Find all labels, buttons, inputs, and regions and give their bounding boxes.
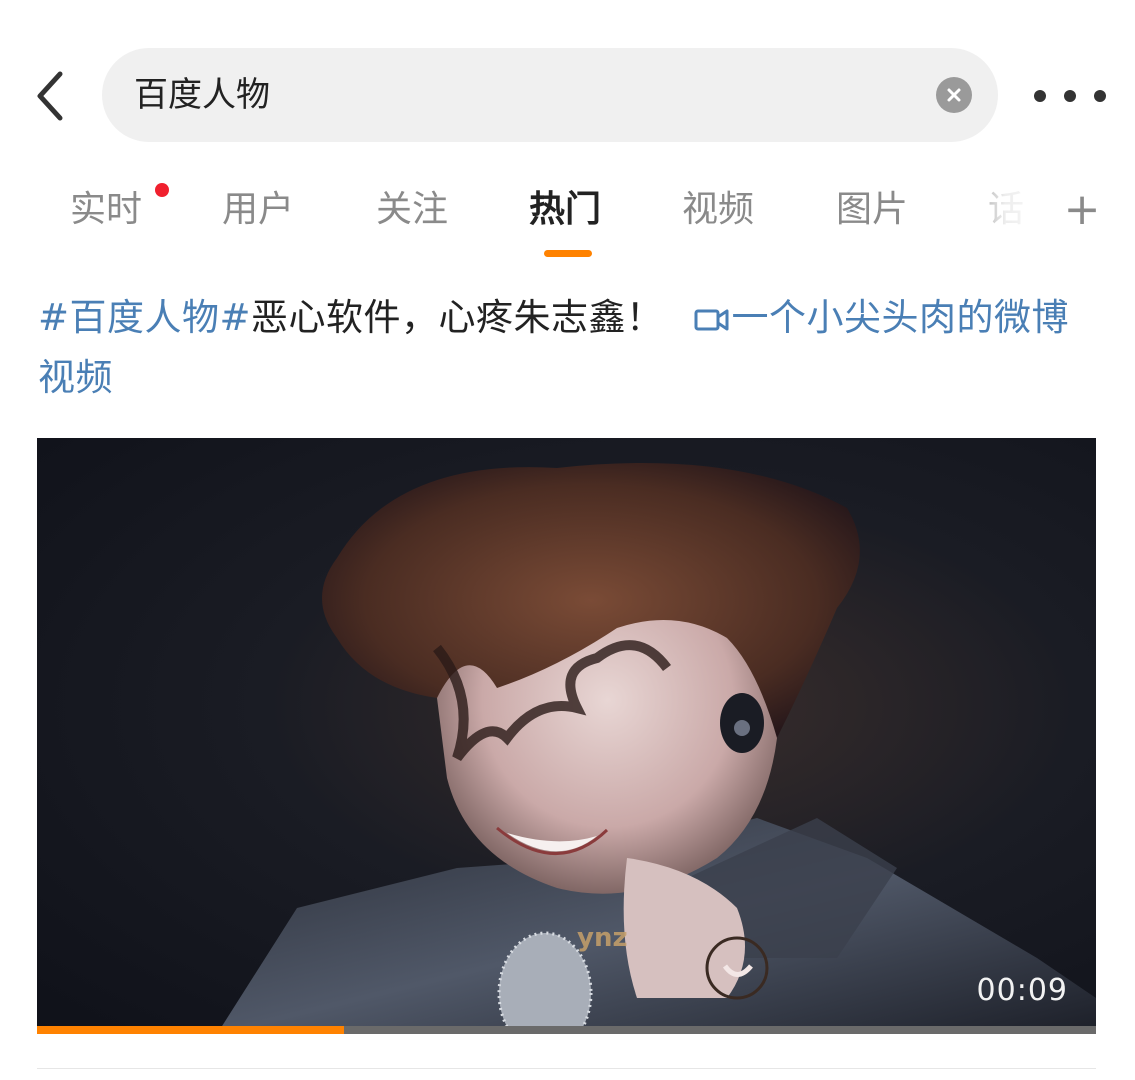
more-options-button[interactable] <box>1034 70 1106 122</box>
video-progress-fill <box>37 1026 345 1034</box>
more-horizontal-icon-dot <box>1064 90 1076 102</box>
post-text: #百度人物#恶心软件，心疼朱志鑫！ 一个小尖头肉的微博视频 <box>38 288 1098 408</box>
tab-following[interactable]: 关注 <box>376 184 448 236</box>
divider <box>37 1068 1096 1069</box>
tab-realtime[interactable]: 实时 <box>70 184 142 236</box>
tab-video[interactable]: 视频 <box>682 184 754 236</box>
close-icon <box>947 88 961 102</box>
tab-hot[interactable]: 热门 <box>529 184 601 236</box>
tab-fade-overlay <box>965 170 1065 250</box>
search-query-text: 百度人物 <box>134 75 270 115</box>
post-body: 恶心软件，心疼朱志鑫！ <box>251 296 664 339</box>
more-horizontal-icon-dot <box>1094 90 1106 102</box>
notification-dot <box>155 183 169 197</box>
search-input[interactable]: 百度人物 <box>102 48 998 142</box>
hashtag-link[interactable]: #百度人物# <box>38 296 251 339</box>
chevron-left-icon <box>37 71 63 121</box>
tab-users[interactable]: 用户 <box>222 184 294 236</box>
video-progress-bar[interactable] <box>37 1026 1096 1034</box>
tab-images[interactable]: 图片 <box>836 184 908 236</box>
top-bar: 百度人物 <box>0 0 1135 150</box>
video-watermark: ynz <box>577 923 628 953</box>
video-duration: 00:09 <box>976 973 1068 1008</box>
search-tabs: 实时 用户 关注 热门 视频 图片 话 <box>0 170 1135 260</box>
active-tab-indicator <box>544 250 592 257</box>
add-tab-button[interactable]: + <box>1062 184 1102 236</box>
more-horizontal-icon <box>1034 90 1046 102</box>
video-player[interactable]: ynz 00:09 <box>37 438 1096 1034</box>
video-frame-image: ynz <box>217 463 1096 1034</box>
back-button[interactable] <box>26 64 74 128</box>
clear-search-button[interactable] <box>936 77 972 113</box>
video-camera-icon <box>694 309 729 330</box>
